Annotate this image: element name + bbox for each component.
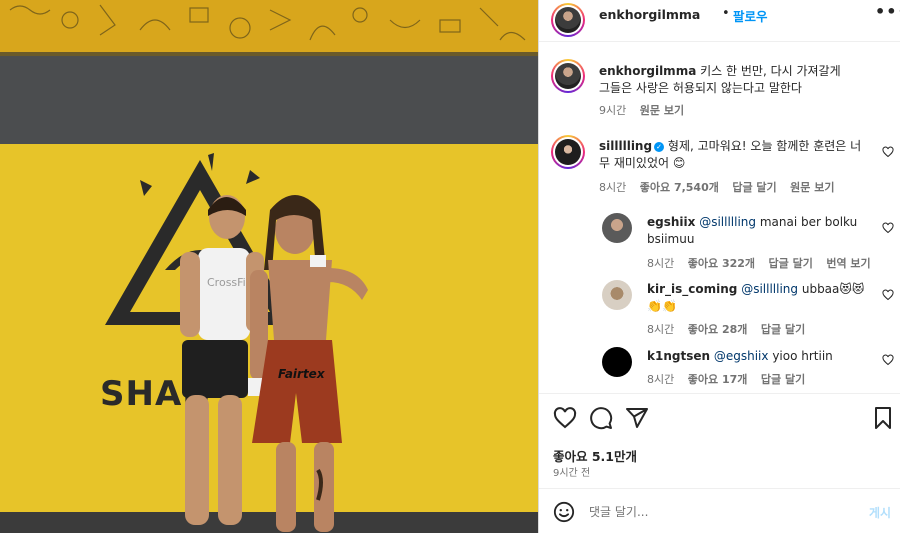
comment-likes[interactable]: 좋아요 7,540개: [640, 181, 719, 194]
comment: sillllling ✓ 형제, 고마워요! 오늘 함께한 훈련은 너 무 재미있…: [539, 134, 900, 198]
comment-avatar[interactable]: [551, 135, 585, 169]
reply-avatar[interactable]: [602, 213, 632, 243]
reply-meta: 8시간 좋아요 17개 답글 달기: [647, 371, 815, 387]
photo-people: CrossFi Fairtex: [180, 195, 368, 532]
follow-button[interactable]: 팔로우: [733, 6, 768, 25]
author-avatar[interactable]: [551, 3, 585, 37]
share-icon[interactable]: [625, 406, 649, 430]
reply-likes[interactable]: 좋아요 322개: [688, 257, 755, 270]
post-side-panel: enkhorgilmma • 팔로우 ••• enkhorgilmma 키스 한…: [538, 0, 900, 533]
reply-text-line1: manai ber bolku: [759, 215, 858, 229]
reply-time[interactable]: 8시간: [647, 323, 674, 336]
reply-meta: 8시간 좋아요 28개 답글 달기: [647, 321, 815, 337]
emoji-icon[interactable]: [553, 501, 575, 523]
post-actions: 좋아요 5.1만개 9시간 전: [539, 393, 900, 487]
caption-meta: 9시간 원문 보기: [599, 102, 694, 118]
reply-mention[interactable]: @egshiix: [714, 349, 769, 363]
post-photo[interactable]: SHAN CrossFi Fairtex: [0, 0, 538, 533]
small-heart-icon[interactable]: [882, 146, 894, 158]
post-like-count[interactable]: 좋아요 5.1만개: [553, 446, 637, 465]
post-modal: SHAN CrossFi Fairtex enkhorgilmma • 팔로우 …: [0, 0, 900, 533]
reply-text-line2: bsiimuu: [647, 232, 695, 246]
comment-text-line2: 무 재미있었어 😊: [599, 156, 686, 170]
verified-badge-icon: ✓: [654, 142, 665, 152]
reply-author[interactable]: kir_is_coming: [647, 282, 737, 296]
reply-comment: egshiix @sillllling manai ber bolku bsii…: [539, 210, 900, 272]
reply-text-line1: ubbaa😻😻: [801, 282, 865, 296]
reply-time[interactable]: 8시간: [647, 373, 674, 386]
caption-text-line1: 키스 한 번만, 다시 가져갈게: [700, 64, 841, 78]
comment-time[interactable]: 8시간: [599, 181, 626, 194]
reply-comment: k1ngtsen @egshiix yioo hrtiin 8시간 좋아요 17…: [539, 344, 900, 389]
reply-likes[interactable]: 좋아요 28개: [688, 323, 748, 336]
reply-avatar[interactable]: [602, 347, 632, 377]
comment-reply-button[interactable]: 답글 달기: [732, 181, 776, 194]
caption-time[interactable]: 9시간: [599, 104, 626, 117]
reply-author[interactable]: k1ngtsen: [647, 349, 710, 363]
shorts-logo: Fairtex: [278, 367, 326, 381]
bookmark-icon[interactable]: [871, 406, 895, 430]
small-heart-icon[interactable]: [882, 222, 894, 234]
comment-author[interactable]: sillllling: [599, 139, 652, 153]
comment-text-line1: 형제, 고마워요! 오늘 함께한 훈련은 너: [667, 139, 862, 153]
reply-likes[interactable]: 좋아요 17개: [688, 373, 748, 386]
reply-avatar[interactable]: [602, 280, 632, 310]
header-separator: •: [722, 6, 730, 21]
comment-translate-button[interactable]: 원문 보기: [790, 181, 834, 194]
small-heart-icon[interactable]: [882, 289, 894, 301]
reply-reply-button[interactable]: 답글 달기: [761, 323, 805, 336]
shirt-logo: CrossFi: [207, 276, 246, 289]
caption-author[interactable]: enkhorgilmma: [599, 64, 696, 78]
add-comment-input[interactable]: [589, 502, 839, 522]
reply-author[interactable]: egshiix: [647, 215, 695, 229]
add-comment-bar: 게시: [539, 488, 900, 533]
caption-avatar[interactable]: [551, 59, 585, 93]
photo-ceiling-doodles: [9, 4, 526, 41]
author-username[interactable]: enkhorgilmma: [599, 7, 700, 22]
reply-translate-button[interactable]: 번역 보기: [826, 257, 870, 270]
photo-dark-wall: [0, 56, 538, 144]
small-heart-icon[interactable]: [882, 354, 894, 366]
caption-text-line2: 그들은 사랑은 허용되지 않는다고 말한다: [599, 81, 802, 95]
post-comment-button[interactable]: 게시: [869, 504, 891, 521]
post-header: enkhorgilmma • 팔로우 •••: [539, 0, 900, 42]
reply-comment: kir_is_coming @sillllling ubbaa😻😻 👏👏 8시간…: [539, 277, 900, 339]
reply-mention[interactable]: @sillllling: [741, 282, 798, 296]
comment-icon[interactable]: [589, 406, 613, 430]
reply-text-line2: 👏👏: [647, 299, 677, 313]
comment-meta: 8시간 좋아요 7,540개 답글 달기 원문 보기: [599, 179, 844, 195]
reply-meta: 8시간 좋아요 322개 답글 달기 번역 보기: [647, 255, 881, 271]
caption-see-original[interactable]: 원문 보기: [640, 104, 684, 117]
heart-icon[interactable]: [553, 406, 577, 430]
reply-reply-button[interactable]: 답글 달기: [769, 257, 813, 270]
reply-time[interactable]: 8시간: [647, 257, 674, 270]
reply-mention[interactable]: @sillllling: [699, 215, 756, 229]
post-time[interactable]: 9시간 전: [553, 464, 590, 479]
reply-text-line1: yioo hrtiin: [772, 349, 833, 363]
more-icon[interactable]: •••: [875, 2, 900, 21]
reply-reply-button[interactable]: 답글 달기: [761, 373, 805, 386]
post-caption: enkhorgilmma 키스 한 번만, 다시 가져갈게 그들은 사랑은 허용…: [539, 58, 900, 120]
